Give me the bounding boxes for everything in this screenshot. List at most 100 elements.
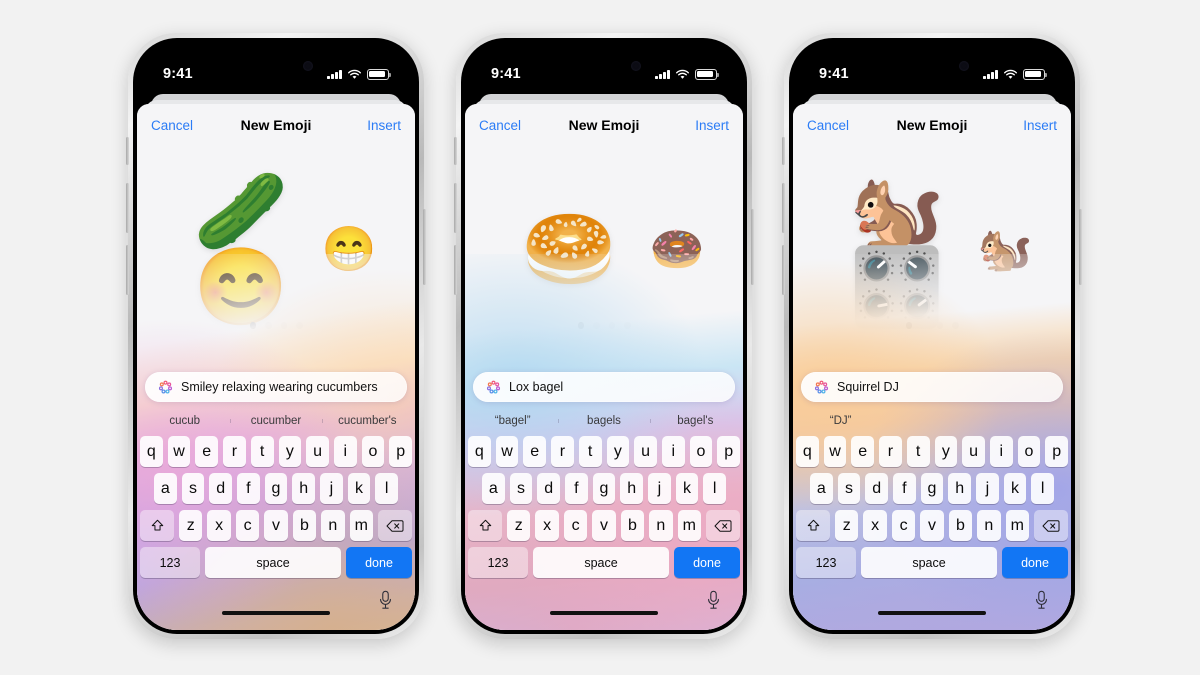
key-g[interactable]: g [592,473,616,504]
key-f[interactable]: f [237,473,260,504]
key-q[interactable]: q [139,436,163,467]
key-m[interactable]: m [677,510,701,541]
cancel-button[interactable]: Cancel [479,118,521,133]
key-i[interactable]: i [333,436,357,467]
autocorrect-suggestion-bar[interactable]: “DJ” [795,409,1069,433]
key-s[interactable]: s [509,473,533,504]
key-m[interactable]: m [349,510,373,541]
shift-key[interactable] [796,510,831,541]
key-t[interactable]: t [906,436,930,467]
key-i[interactable]: i [661,436,685,467]
space-key[interactable]: space [533,547,669,578]
key-a[interactable]: a [153,473,177,504]
onscreen-keyboard[interactable]: qwertyuiop asdfghjkl zxcvbnm 123 space d… [793,436,1071,578]
home-indicator[interactable] [222,610,330,615]
done-key[interactable]: done [674,547,740,578]
key-u[interactable]: u [306,436,329,467]
volume-up-button[interactable] [454,183,457,233]
key-w[interactable]: w [823,436,847,467]
space-key[interactable]: space [205,547,341,578]
key-d[interactable]: d [865,473,888,504]
volume-up-button[interactable] [126,183,129,233]
key-c[interactable]: c [563,510,588,541]
silent-switch[interactable] [126,137,129,165]
key-e[interactable]: e [851,436,875,467]
key-o[interactable]: o [361,436,385,467]
key-b[interactable]: b [948,510,973,541]
suggestion-2[interactable]: cucumber [230,415,321,427]
power-button[interactable] [1079,209,1082,285]
key-c[interactable]: c [891,510,916,541]
volume-down-button[interactable] [782,245,785,295]
key-d[interactable]: d [209,473,232,504]
key-v[interactable]: v [920,510,944,541]
suggestion-2[interactable]: bagels [558,415,649,427]
insert-button[interactable]: Insert [367,118,401,133]
key-l[interactable]: l [703,473,727,504]
insert-button[interactable]: Insert [1023,118,1057,133]
autocorrect-suggestion-bar[interactable]: “bagel” bagels bagel's [467,409,741,433]
key-g[interactable]: g [920,473,944,504]
key-n[interactable]: n [977,510,1001,541]
key-k[interactable]: k [347,473,371,504]
key-h[interactable]: h [620,473,644,504]
cancel-button[interactable]: Cancel [151,118,193,133]
silent-switch[interactable] [454,137,457,165]
volume-down-button[interactable] [454,245,457,295]
key-q[interactable]: q [467,436,491,467]
key-v[interactable]: v [592,510,616,541]
key-u[interactable]: u [962,436,985,467]
key-u[interactable]: u [634,436,657,467]
genmoji-prompt-field[interactable]: Squirrel DJ [801,372,1063,402]
shift-key[interactable] [140,510,175,541]
volume-down-button[interactable] [126,245,129,295]
onscreen-keyboard[interactable]: qwertyuiop asdfghjkl zxcvbnm 123 space d… [137,436,415,578]
key-n[interactable]: n [321,510,345,541]
delete-key[interactable] [1033,510,1068,541]
key-w[interactable]: w [167,436,191,467]
key-n[interactable]: n [649,510,673,541]
key-k[interactable]: k [1003,473,1027,504]
microphone-icon[interactable] [378,590,393,610]
key-j[interactable]: j [648,473,671,504]
dynamic-island[interactable] [886,53,978,80]
key-f[interactable]: f [893,473,916,504]
home-indicator[interactable] [878,610,986,615]
key-o[interactable]: o [689,436,713,467]
microphone-icon[interactable] [706,590,721,610]
key-b[interactable]: b [292,510,317,541]
key-i[interactable]: i [989,436,1013,467]
key-z[interactable]: z [507,510,531,541]
key-p[interactable]: p [717,436,741,467]
key-g[interactable]: g [264,473,288,504]
key-l[interactable]: l [375,473,399,504]
key-t[interactable]: t [250,436,274,467]
done-key[interactable]: done [346,547,412,578]
suggestion-1[interactable]: cucub [139,415,230,427]
key-a[interactable]: a [481,473,505,504]
key-j[interactable]: j [976,473,999,504]
key-a[interactable]: a [809,473,833,504]
delete-key[interactable] [377,510,412,541]
microphone-icon[interactable] [1034,590,1049,610]
suggestion-3[interactable]: cucumber's [321,415,413,427]
key-c[interactable]: c [235,510,260,541]
silent-switch[interactable] [782,137,785,165]
key-r[interactable]: r [551,436,574,467]
key-r[interactable]: r [223,436,246,467]
power-button[interactable] [751,209,754,285]
numbers-key[interactable]: 123 [468,547,528,578]
key-s[interactable]: s [837,473,861,504]
key-y[interactable]: y [606,436,630,467]
cancel-button[interactable]: Cancel [807,118,849,133]
key-x[interactable]: x [207,510,231,541]
key-t[interactable]: t [578,436,602,467]
done-key[interactable]: done [1002,547,1068,578]
key-e[interactable]: e [523,436,547,467]
key-p[interactable]: p [389,436,413,467]
key-f[interactable]: f [565,473,588,504]
key-d[interactable]: d [537,473,560,504]
key-m[interactable]: m [1005,510,1029,541]
genmoji-prompt-field[interactable]: Lox bagel [473,372,735,402]
volume-up-button[interactable] [782,183,785,233]
